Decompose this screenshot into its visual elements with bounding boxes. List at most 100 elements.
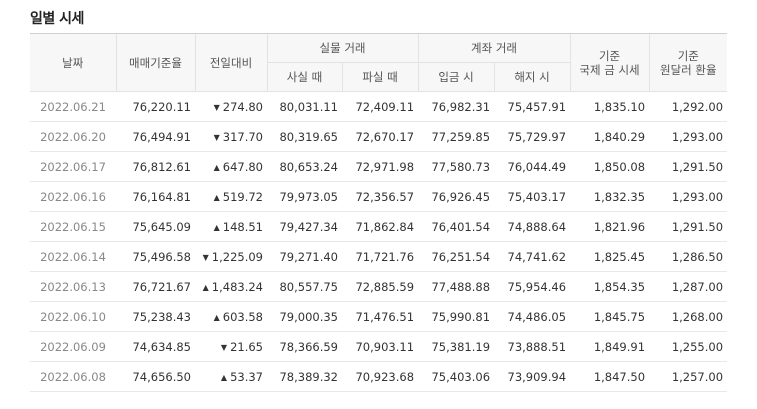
cell-intl: 1,821.96 <box>570 211 650 242</box>
cell-base-rate: 75,645.09 <box>116 211 195 242</box>
cell-fx: 1,268.00 <box>649 301 728 332</box>
cell-fx: 1,257.00 <box>649 361 728 392</box>
cell-withdraw: 75,729.97 <box>494 121 571 152</box>
down-arrow-icon <box>214 103 220 112</box>
cell-deposit: 76,251.54 <box>418 241 495 272</box>
cell-cash-buy: 80,031.11 <box>267 91 342 122</box>
daily-price-panel: 일별 시세 날짜 매매기준율 전일대비 실물 거래 계좌 거래 기준 국제 금 … <box>0 0 757 409</box>
table-row: 2022.06.0974,634.85 21.65 78,366.5970,903.… <box>30 331 728 362</box>
table-body: 2022.06.2176,220.11 274.80 80,031.1172,409… <box>30 91 728 392</box>
cell-cash-buy: 80,319.65 <box>267 121 342 152</box>
cell-change: 317.70 <box>195 121 267 152</box>
cell-cash-sell: 72,670.17 <box>342 121 419 152</box>
cell-date: 2022.06.17 <box>30 151 116 182</box>
change-value: 21.65 <box>230 339 263 354</box>
cell-cash-sell: 70,903.11 <box>342 331 419 362</box>
cell-intl: 1,825.45 <box>570 241 650 272</box>
cell-date: 2022.06.20 <box>30 121 116 152</box>
cell-deposit: 75,990.81 <box>418 301 495 332</box>
change-value: 148.51 <box>222 219 263 234</box>
cell-withdraw: 75,457.91 <box>494 91 571 122</box>
cell-base-rate: 75,496.58 <box>116 241 195 272</box>
cell-cash-sell: 72,409.11 <box>342 91 419 122</box>
cell-date: 2022.06.15 <box>30 211 116 242</box>
cell-date: 2022.06.14 <box>30 241 116 272</box>
cell-change: 53.37 <box>195 361 267 392</box>
cell-change: 647.80 <box>195 151 267 182</box>
header-cash-buy: 사실 때 <box>266 62 342 92</box>
change-value: 647.80 <box>222 159 263 174</box>
cell-cash-buy: 79,427.34 <box>267 211 342 242</box>
cell-cash-buy: 80,557.75 <box>267 271 342 302</box>
table-row: 2022.06.2076,494.91 317.70 80,319.6572,670… <box>30 121 728 152</box>
change-value: 1,483.24 <box>211 279 263 294</box>
cell-date: 2022.06.10 <box>30 301 116 332</box>
cell-change: 274.80 <box>195 91 267 122</box>
cell-withdraw: 76,044.49 <box>494 151 571 182</box>
cell-date: 2022.06.16 <box>30 181 116 212</box>
header-fx-line2: 원달러 환율 <box>660 62 717 77</box>
cell-date: 2022.06.08 <box>30 361 116 392</box>
cell-withdraw: 73,888.51 <box>494 331 571 362</box>
cell-date: 2022.06.09 <box>30 331 116 362</box>
cell-change: 603.58 <box>195 301 267 332</box>
cell-fx: 1,287.00 <box>649 271 728 302</box>
cell-base-rate: 76,721.67 <box>116 271 195 302</box>
cell-fx: 1,291.50 <box>649 211 728 242</box>
daily-price-table: 날짜 매매기준율 전일대비 실물 거래 계좌 거래 기준 국제 금 시세 기준 … <box>30 33 728 392</box>
cell-change: 1,225.09 <box>195 241 267 272</box>
change-value: 519.72 <box>222 189 263 204</box>
change-value: 1,225.09 <box>211 249 263 264</box>
change-value: 274.80 <box>222 99 263 114</box>
cell-cash-buy: 79,271.40 <box>267 241 342 272</box>
cell-deposit: 76,926.45 <box>418 181 495 212</box>
cell-withdraw: 75,954.46 <box>494 271 571 302</box>
cell-cash-sell: 72,971.98 <box>342 151 419 182</box>
cell-change: 519.72 <box>195 181 267 212</box>
cell-base-rate: 74,656.50 <box>116 361 195 392</box>
header-usd-krw: 기준 원달러 환율 <box>648 33 728 92</box>
cell-cash-sell: 70,923.68 <box>342 361 419 392</box>
cell-cash-sell: 71,862.84 <box>342 211 419 242</box>
cell-cash-sell: 71,476.51 <box>342 301 419 332</box>
cell-fx: 1,255.00 <box>649 331 728 362</box>
header-base-rate: 매매기준율 <box>115 33 195 92</box>
cell-deposit: 76,401.54 <box>418 211 495 242</box>
cell-cash-sell: 71,721.76 <box>342 241 419 272</box>
down-arrow-icon <box>214 133 220 142</box>
change-value: 317.70 <box>222 129 263 144</box>
up-arrow-icon <box>214 193 220 202</box>
cell-base-rate: 76,164.81 <box>116 181 195 212</box>
table-row: 2022.06.1475,496.58 1,225.09 79,271.4071,7… <box>30 241 728 272</box>
cell-base-rate: 74,634.85 <box>116 331 195 362</box>
header-intl-line1: 기준 <box>598 48 621 63</box>
change-value: 53.37 <box>230 369 263 384</box>
cell-cash-buy: 78,366.59 <box>267 331 342 362</box>
cell-date: 2022.06.13 <box>30 271 116 302</box>
cell-intl: 1,840.29 <box>570 121 650 152</box>
header-intl-line2: 국제 금 시세 <box>579 62 640 77</box>
cell-intl: 1,847.50 <box>570 361 650 392</box>
cell-date: 2022.06.21 <box>30 91 116 122</box>
cell-fx: 1,293.00 <box>649 121 728 152</box>
cell-change: 1,483.24 <box>195 271 267 302</box>
table-row: 2022.06.1575,645.09 148.51 79,427.3471,862… <box>30 211 728 242</box>
header-cash-sell: 파실 때 <box>341 62 419 92</box>
header-change: 전일대비 <box>194 33 267 92</box>
up-arrow-icon <box>214 313 220 322</box>
cell-intl: 1,854.35 <box>570 271 650 302</box>
cell-withdraw: 74,888.64 <box>494 211 571 242</box>
header-withdraw: 해지 시 <box>493 62 571 92</box>
down-arrow-icon <box>221 343 227 352</box>
cell-withdraw: 74,741.62 <box>494 241 571 272</box>
cell-intl: 1,832.35 <box>570 181 650 212</box>
table-row: 2022.06.1075,238.43 603.58 79,000.3571,476… <box>30 301 728 332</box>
cell-cash-buy: 79,973.05 <box>267 181 342 212</box>
cell-cash-sell: 72,356.57 <box>342 181 419 212</box>
down-arrow-icon <box>203 253 209 262</box>
up-arrow-icon <box>203 283 209 292</box>
cell-base-rate: 76,494.91 <box>116 121 195 152</box>
cell-base-rate: 76,220.11 <box>116 91 195 122</box>
cell-deposit: 77,259.85 <box>418 121 495 152</box>
cell-fx: 1,291.50 <box>649 151 728 182</box>
